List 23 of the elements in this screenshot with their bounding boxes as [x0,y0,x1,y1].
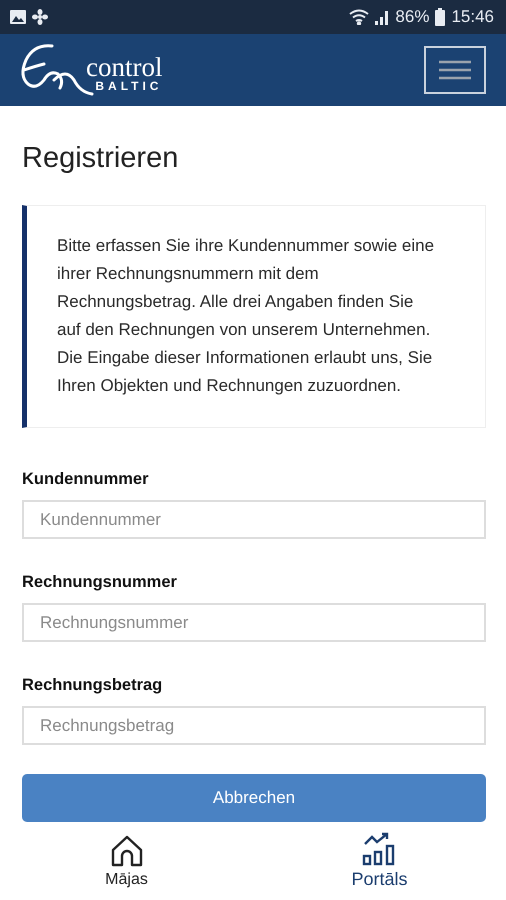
image-icon [10,10,26,24]
input-field[interactable]: Rechnungsnummer [22,603,486,642]
field-label: Rechnungsbetrag [22,676,164,695]
input-field[interactable]: Kundennummer [22,500,486,539]
battery-percentage: 86% [395,7,430,27]
field-label: Kundennummer [22,470,150,489]
cancel-button[interactable]: Abbrechen [22,774,486,822]
field-label: Rechnungsnummer [22,573,178,592]
nav-tab[interactable]: Mājas [0,822,253,900]
info-text: Bitte erfassen Sie ihre Kundennummer sowie eine ihrer Rechnungsnummern mit dem Rechnungsbetrag. Alle drei Angaben finden Sie auf den Rechnungen von unserem Unternehmen. Die Eingabe dieser Informationen erlaubt uns, Sie Ihren Objekten und Rechnungen zuzuordnen. [22,205,486,428]
signal-icon [375,9,390,25]
menu-button[interactable] [424,46,486,94]
input-field[interactable]: Rechnungsbetrag [22,706,486,745]
clock-time: 15:46 [451,7,494,27]
logo-wordmark: control [86,54,162,80]
page-title: Registrieren [22,142,180,175]
menu-icon [439,60,471,80]
wifi-icon [349,9,370,25]
home-icon [110,834,144,868]
nav-tab[interactable]: Portāls [253,822,506,900]
fan-icon [32,9,48,25]
logo-subtitle: BALTIC [95,80,162,92]
battery-icon [435,8,446,26]
